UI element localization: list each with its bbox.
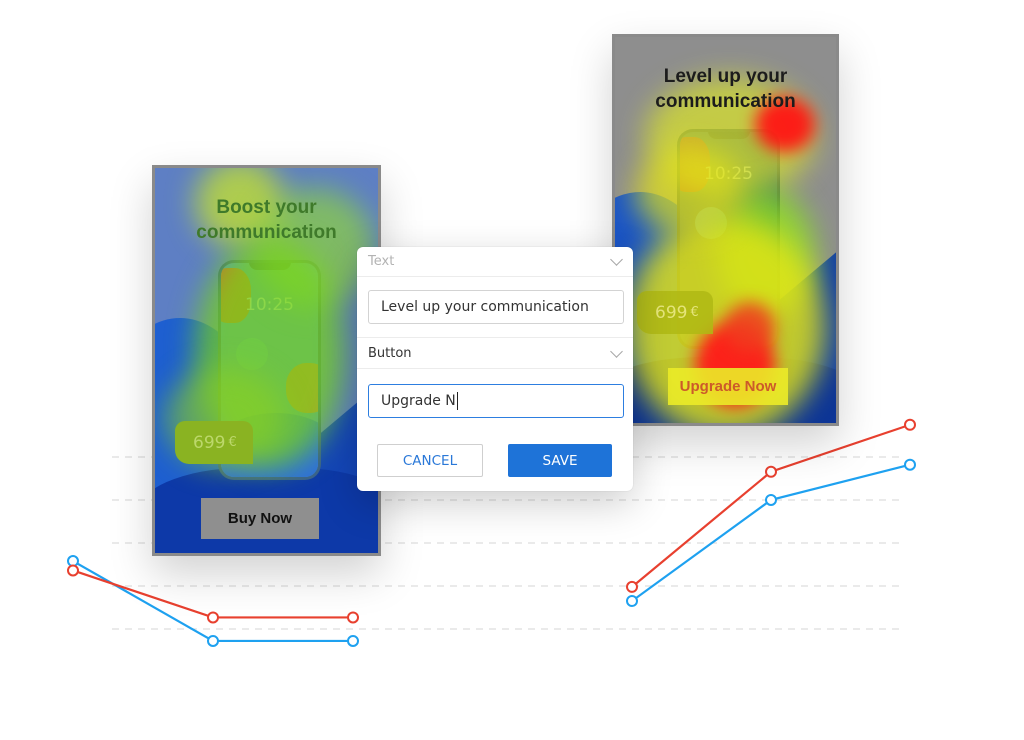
series-line-blue [631,463,911,602]
currency-symbol: € [228,435,237,450]
headline-text-input[interactable]: Level up your communication [368,290,624,324]
edit-ad-dialog: Text Level up your communication Button … [357,247,633,491]
text-section-label: Text [368,254,395,269]
currency-symbol: € [690,305,699,320]
heatmap-spot [725,302,775,352]
data-point-red [765,465,777,478]
headline-line-2: communication [655,91,796,112]
chevron-down-icon [610,344,623,358]
chevron-down-icon [610,252,623,266]
text-cursor [456,392,459,410]
button-text-value: Upgrade N [381,393,456,409]
data-point-blue [626,595,638,607]
ad-variant-b[interactable]: 10:25 Level up your communication 699 € … [612,34,839,426]
price-value: 699 [193,432,226,453]
buy-now-button[interactable]: Buy Now [201,498,319,539]
price-tag: 699 € [175,421,253,464]
upgrade-now-button[interactable]: Upgrade Now [668,368,788,405]
data-point-blue [347,634,359,647]
save-label: SAVE [542,452,578,469]
text-section-header[interactable]: Text [357,247,633,277]
divider [357,337,633,338]
button-text-input[interactable]: Upgrade N [368,384,624,418]
data-point-blue [765,493,777,506]
heatmap-spot [635,147,745,237]
button-section-label: Button [368,346,412,361]
cta-label: Upgrade Now [679,378,777,395]
ad-headline: Boost your communication [155,195,378,245]
cta-label: Buy Now [227,510,293,527]
data-point-red [626,580,638,593]
data-point-red [347,611,359,624]
ad-headline: Level up your communication [615,64,836,114]
data-point-red [207,611,219,624]
save-button[interactable]: SAVE [508,444,612,477]
data-point-red [67,564,79,577]
series-line-red [72,569,353,619]
price-value: 699 [655,302,688,323]
button-section-header[interactable]: Button [357,339,633,369]
headline-line-1: Level up your [663,66,788,87]
price-tag: 699 € [637,291,713,334]
headline-text-value: Level up your communication [381,299,589,315]
cancel-button[interactable]: CANCEL [377,444,483,477]
headline-line-1: Boost your [216,197,317,218]
headline-line-2: communication [196,222,337,243]
ad-variant-a[interactable]: 10:25 Boost your communication 699 € Buy… [152,165,381,556]
data-point-blue [904,458,916,471]
data-point-blue [207,634,219,647]
data-point-red [904,418,916,431]
cancel-label: CANCEL [402,452,458,469]
